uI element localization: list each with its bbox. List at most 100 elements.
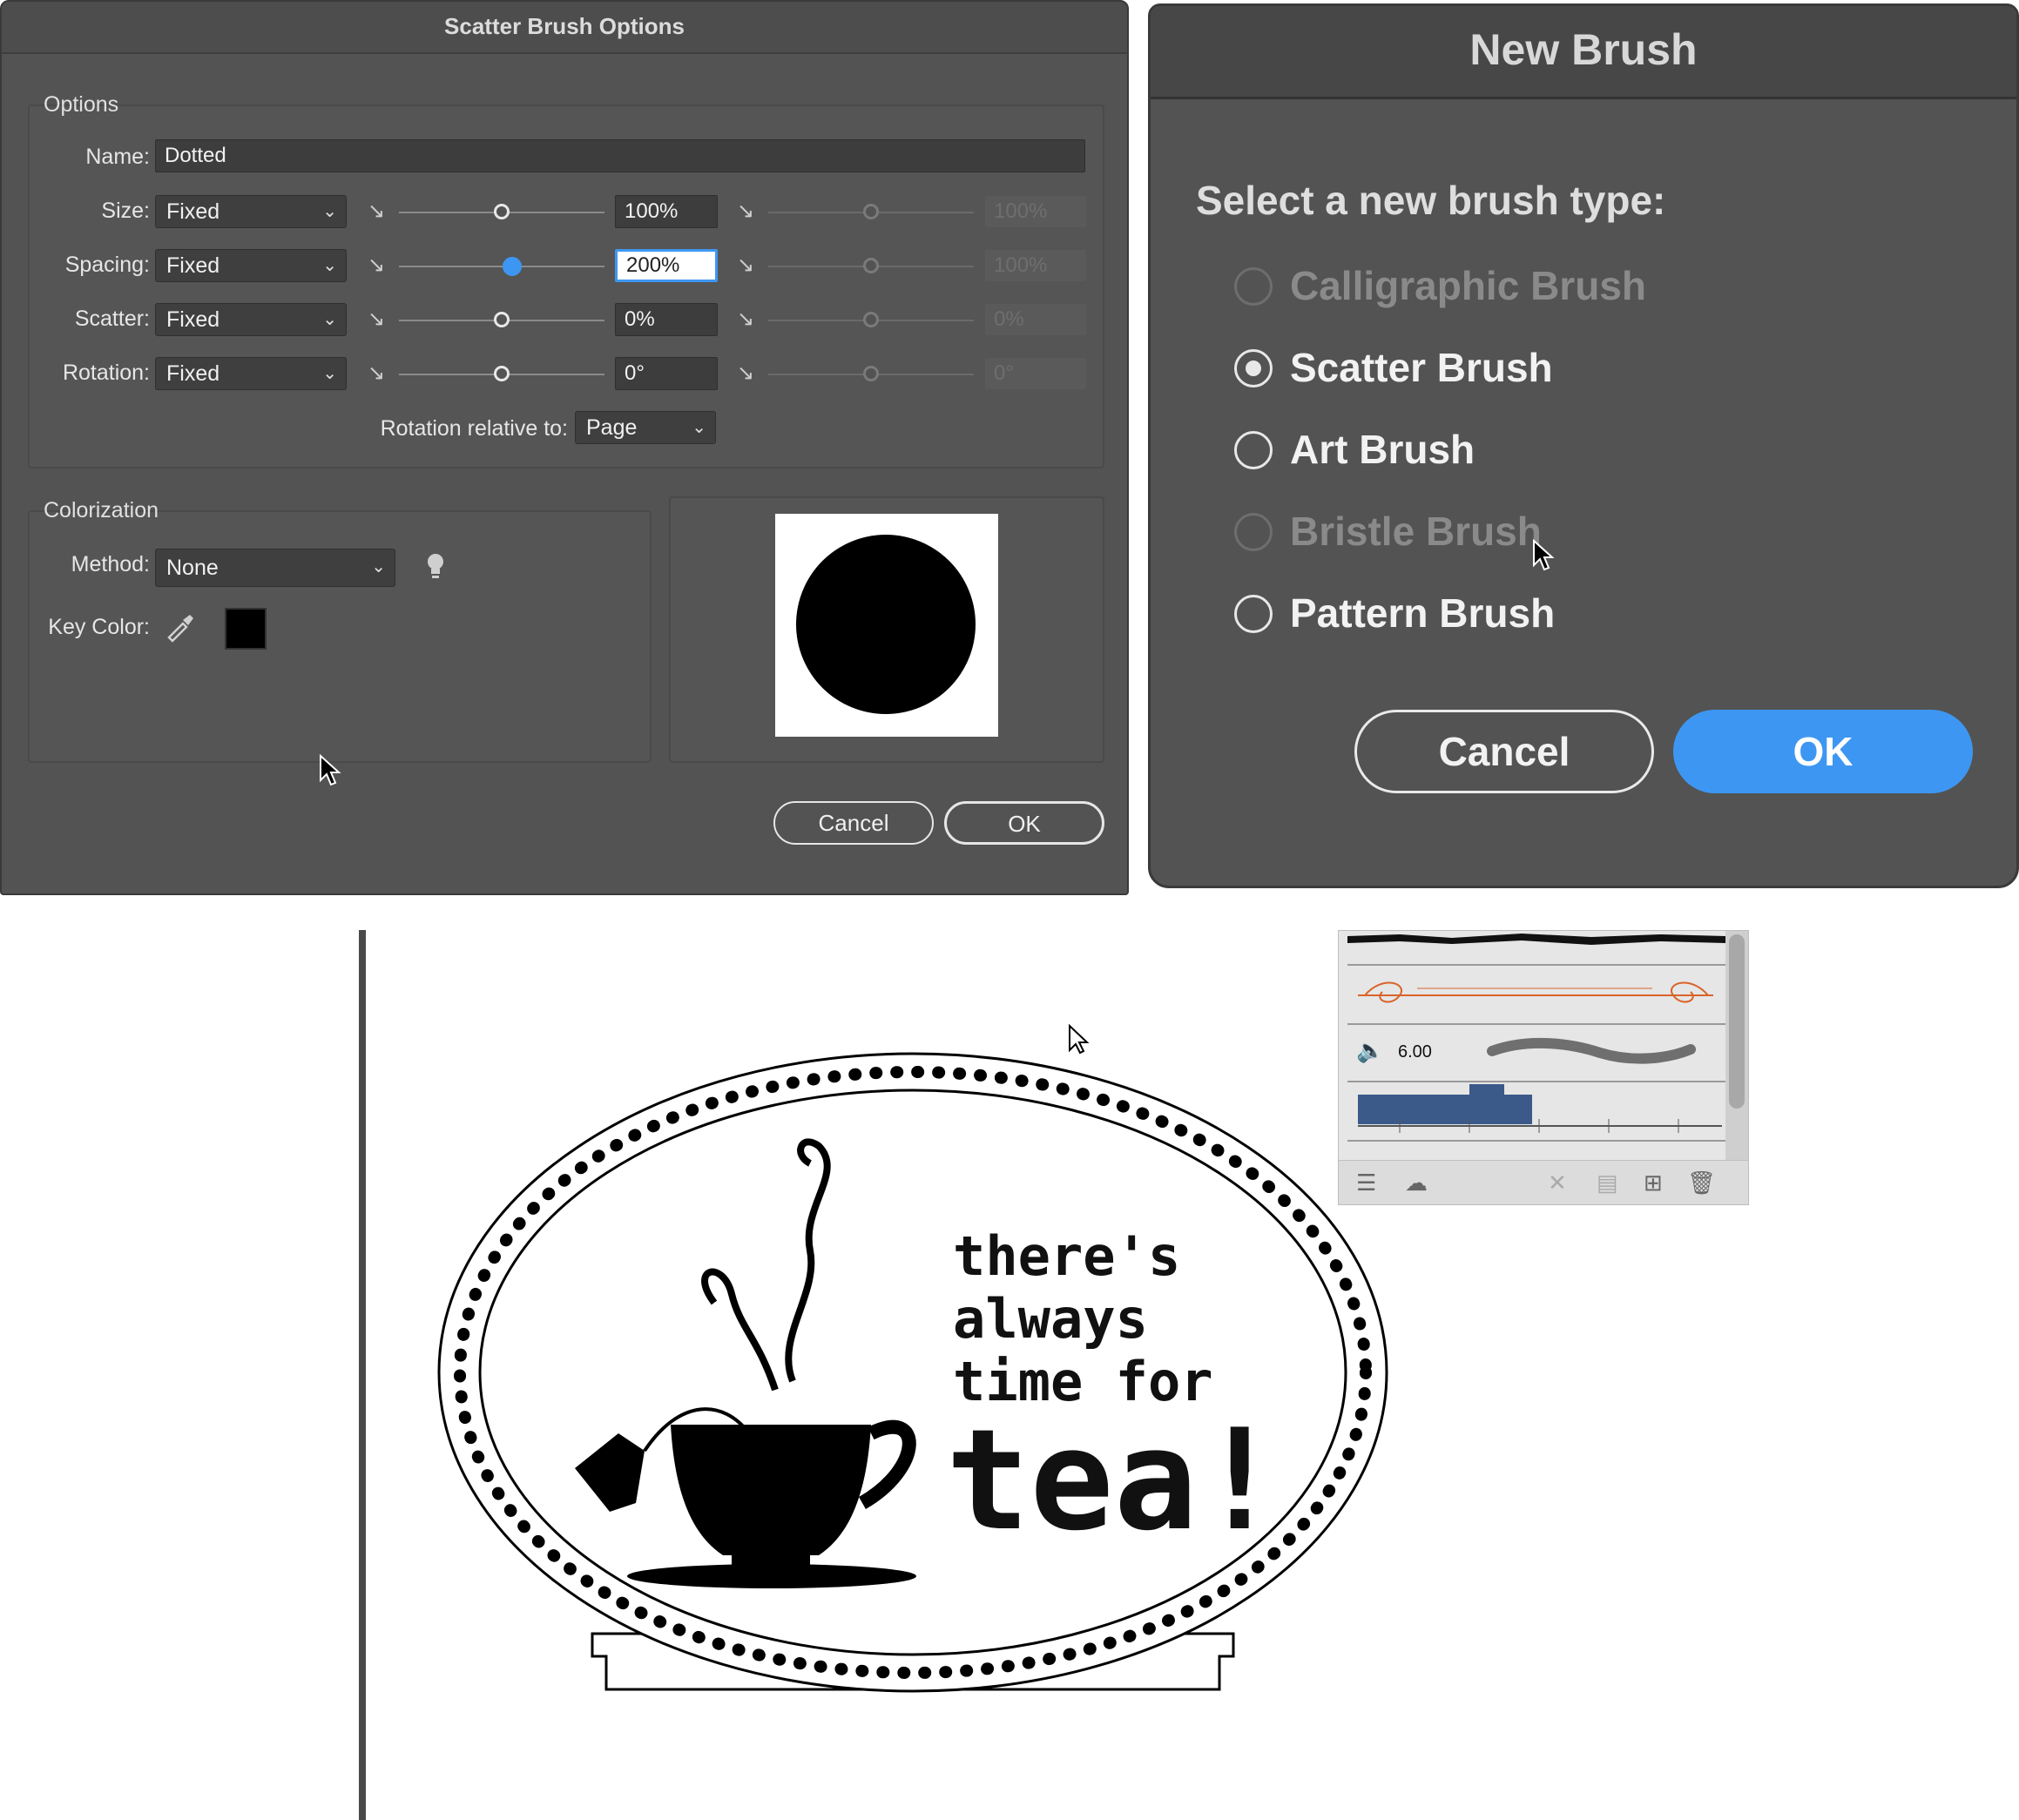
- row-scatter-slider-knob-2: [863, 312, 879, 327]
- row-rotation-mode-value: Fixed: [166, 361, 220, 386]
- row-size-mode-value: Fixed: [166, 199, 220, 224]
- tagline-2: always: [953, 1287, 1148, 1351]
- row-scatter-label: Scatter:: [74, 307, 150, 331]
- row-spacing-value-field-2: 100%: [984, 249, 1087, 282]
- bristle-size: 6.00: [1398, 1042, 1432, 1062]
- chevron-down-icon: ⌄: [322, 364, 337, 383]
- method-label: Method:: [71, 552, 150, 576]
- row-scatter-mode-dropdown[interactable]: Fixed ⌄: [155, 303, 347, 336]
- radio-circle: [1234, 513, 1273, 551]
- mouse-cursor-icon: [1532, 538, 1555, 576]
- row-scatter-value-field-2: 0%: [984, 303, 1087, 336]
- artwork-frame: [437, 1052, 1388, 1693]
- row-rotation-min-icon: ↘: [368, 361, 386, 385]
- dialog-title: Scatter Brush Options: [2, 2, 1127, 54]
- row-rotation-label: Rotation:: [62, 361, 150, 385]
- row-size-value-field[interactable]: 100%: [615, 195, 718, 228]
- brush-swatch-pattern[interactable]: [1347, 1082, 1725, 1142]
- remove-stroke-icon[interactable]: ✕: [1548, 1170, 1567, 1196]
- row-spacing-slider-knob-2: [863, 258, 879, 273]
- cancel-button[interactable]: Cancel: [773, 801, 934, 845]
- radio-label: Calligraphic Brush: [1290, 263, 1646, 308]
- tea-artwork: there's always time for tea!: [436, 1050, 1394, 1712]
- radio-circle: [1234, 349, 1273, 388]
- row-spacing-label: Spacing:: [64, 253, 150, 277]
- row-size-mode-dropdown[interactable]: Fixed ⌄: [155, 195, 347, 228]
- method-value: None: [166, 556, 219, 580]
- name-field[interactable]: Dotted: [155, 139, 1085, 172]
- chevron-down-icon: ⌄: [322, 310, 337, 329]
- radio-label: Bristle Brush: [1290, 509, 1542, 554]
- row-rotation-value-field[interactable]: 0°: [615, 357, 718, 390]
- row-rotation-mode-dropdown[interactable]: Fixed ⌄: [155, 357, 347, 390]
- radio-label: Art Brush: [1290, 427, 1475, 472]
- libraries-panel-icon[interactable]: ☁: [1405, 1170, 1428, 1196]
- row-spacing-value-field[interactable]: 200%: [615, 249, 718, 282]
- options-icon[interactable]: ▤: [1597, 1170, 1618, 1196]
- dot-shape: [796, 535, 976, 714]
- row-size-value-field-2: 100%: [984, 195, 1087, 228]
- row-spacing-slider-knob[interactable]: [502, 257, 522, 276]
- ok-button[interactable]: OK: [1673, 710, 1973, 793]
- radio-circle: [1234, 267, 1273, 306]
- dialog-title: New Brush: [1151, 6, 2016, 99]
- row-size-label: Size:: [101, 199, 150, 223]
- scatter-brush-options-dialog: Scatter Brush Options Options Name: Dott…: [0, 0, 1129, 895]
- chevron-down-icon: ⌄: [371, 557, 386, 576]
- brush-type-prompt: Select a new brush type:: [1196, 178, 1666, 223]
- row-size-min-icon-2: ↘: [737, 199, 755, 223]
- chevron-down-icon: ⌄: [322, 256, 337, 275]
- panel-scrollbar[interactable]: [1725, 931, 1748, 1166]
- radio-selected-dot: [1246, 361, 1261, 376]
- row-rotation-min-icon-2: ↘: [737, 361, 755, 385]
- brush-swatch-charcoal[interactable]: [1347, 931, 1725, 966]
- method-dropdown[interactable]: None ⌄: [155, 549, 395, 587]
- rotation-relative-value: Page: [586, 415, 638, 440]
- radio-circle: [1234, 595, 1273, 633]
- new-brush-dialog: New Brush Select a new brush type: Calli…: [1148, 3, 2019, 888]
- row-scatter-value-field[interactable]: 0%: [615, 303, 718, 336]
- colorization-legend: Colorization: [44, 498, 159, 522]
- row-scatter-min-icon-2: ↘: [737, 307, 755, 331]
- tagline-1: there's: [953, 1224, 1181, 1288]
- row-rotation-slider-knob[interactable]: [494, 366, 510, 381]
- tips-lightbulb-icon[interactable]: [425, 552, 446, 588]
- chevron-down-icon: ⌄: [692, 418, 706, 437]
- options-legend: Options: [44, 92, 119, 117]
- cancel-button[interactable]: Cancel: [1354, 710, 1654, 793]
- scrollbar-thumb[interactable]: [1729, 934, 1745, 1109]
- row-spacing-mode-value: Fixed: [166, 253, 220, 278]
- tagline-4: tea!: [946, 1399, 1282, 1561]
- delete-brush-icon[interactable]: 🗑: [1687, 1170, 1716, 1196]
- radio-label: Scatter Brush: [1290, 345, 1553, 390]
- brushes-panel: 🔈 6.00 ☰ ☁ ✕ ▤ ⊞ 🗑: [1338, 930, 1749, 1205]
- rotation-relative-dropdown[interactable]: Page ⌄: [575, 411, 716, 444]
- row-spacing-min-icon-2: ↘: [737, 253, 755, 277]
- row-scatter-mode-value: Fixed: [166, 307, 220, 332]
- row-scatter-min-icon: ↘: [368, 307, 386, 331]
- panel-footer: ☰ ☁ ✕ ▤ ⊞ 🗑: [1339, 1160, 1748, 1204]
- row-scatter-slider-knob[interactable]: [494, 312, 510, 327]
- artboard-edge: [359, 930, 366, 1820]
- brush-preview: [775, 514, 998, 737]
- chevron-down-icon: ⌄: [322, 202, 337, 221]
- mouse-cursor-icon: [319, 753, 341, 793]
- row-size-min-icon: ↘: [368, 199, 386, 223]
- row-size-slider-knob[interactable]: [494, 204, 510, 219]
- rotation-relative-label: Rotation relative to:: [380, 416, 568, 441]
- ok-button[interactable]: OK: [944, 801, 1104, 845]
- new-brush-icon[interactable]: ⊞: [1644, 1170, 1663, 1196]
- radio-label: Pattern Brush: [1290, 590, 1556, 636]
- row-spacing-mode-dropdown[interactable]: Fixed ⌄: [155, 249, 347, 282]
- key-color-label: Key Color:: [48, 615, 150, 639]
- eyedropper-icon[interactable]: [164, 611, 195, 649]
- brush-swatch-ornate[interactable]: [1347, 966, 1725, 1025]
- radio-circle: [1234, 431, 1273, 469]
- row-size-slider-knob-2: [863, 204, 879, 219]
- row-rotation-value-field-2: 0°: [984, 357, 1087, 390]
- brush-swatch-bristle[interactable]: 🔈 6.00: [1347, 1025, 1725, 1082]
- row-spacing-min-icon: ↘: [368, 253, 386, 277]
- name-label: Name:: [85, 145, 150, 169]
- key-color-swatch[interactable]: [225, 608, 267, 650]
- row-rotation-slider-knob-2: [863, 366, 879, 381]
